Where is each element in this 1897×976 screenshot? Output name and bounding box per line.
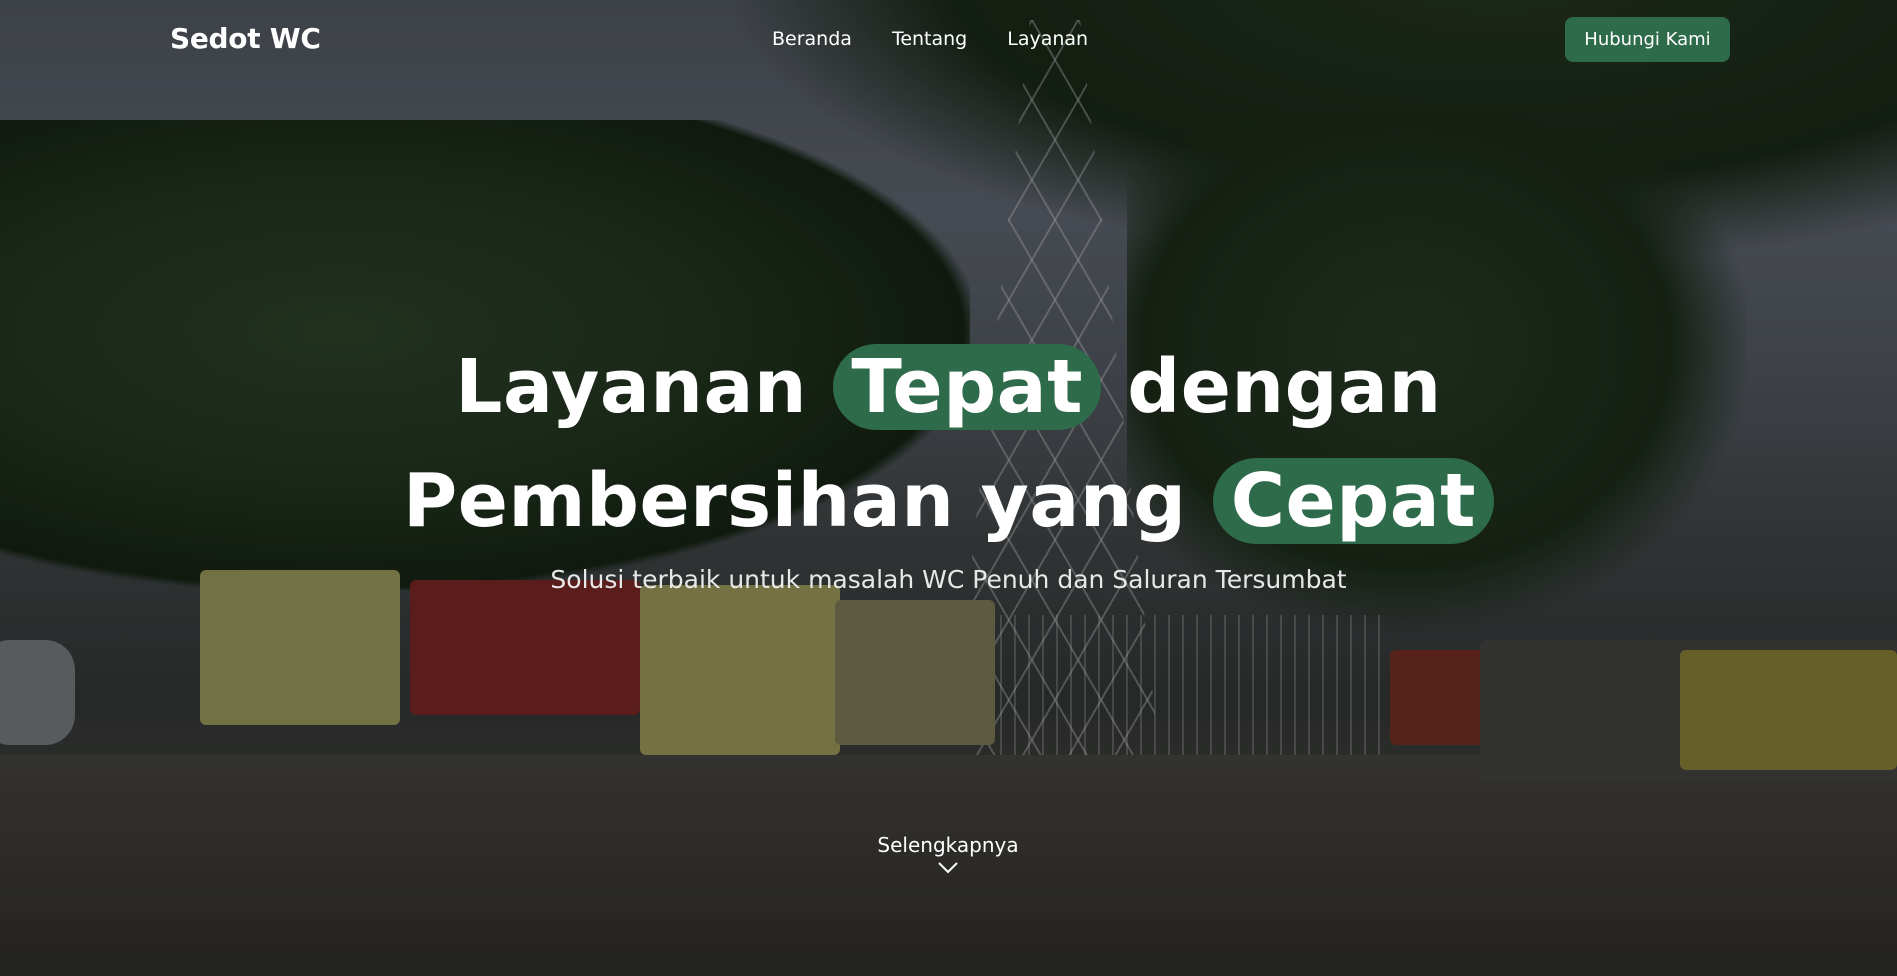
nav-link-tentang[interactable]: Tentang <box>892 28 967 50</box>
main-nav: Beranda Tentang Layanan <box>772 28 1088 50</box>
more-label: Selengkapnya <box>877 833 1019 857</box>
site-logo[interactable]: Sedot WC <box>170 22 321 55</box>
scroll-more-link[interactable]: Selengkapnya <box>848 833 1048 875</box>
hero-subtitle: Solusi terbaik untuk masalah WC Penuh da… <box>550 565 1347 594</box>
headline-text: Layanan <box>455 344 808 430</box>
headline-text: dengan <box>1127 344 1442 430</box>
hero-headline: Layanan Tepat dengan Pembersihan yang Ce… <box>0 330 1897 558</box>
contact-us-button[interactable]: Hubungi Kami <box>1565 17 1730 62</box>
headline-text: Pembersihan yang <box>402 458 1187 544</box>
chevron-down-icon <box>938 862 958 874</box>
nav-link-layanan[interactable]: Layanan <box>1007 28 1088 50</box>
nav-link-beranda[interactable]: Beranda <box>772 28 852 50</box>
headline-highlight-tepat: Tepat <box>833 344 1101 430</box>
headline-highlight-cepat: Cepat <box>1212 458 1495 544</box>
